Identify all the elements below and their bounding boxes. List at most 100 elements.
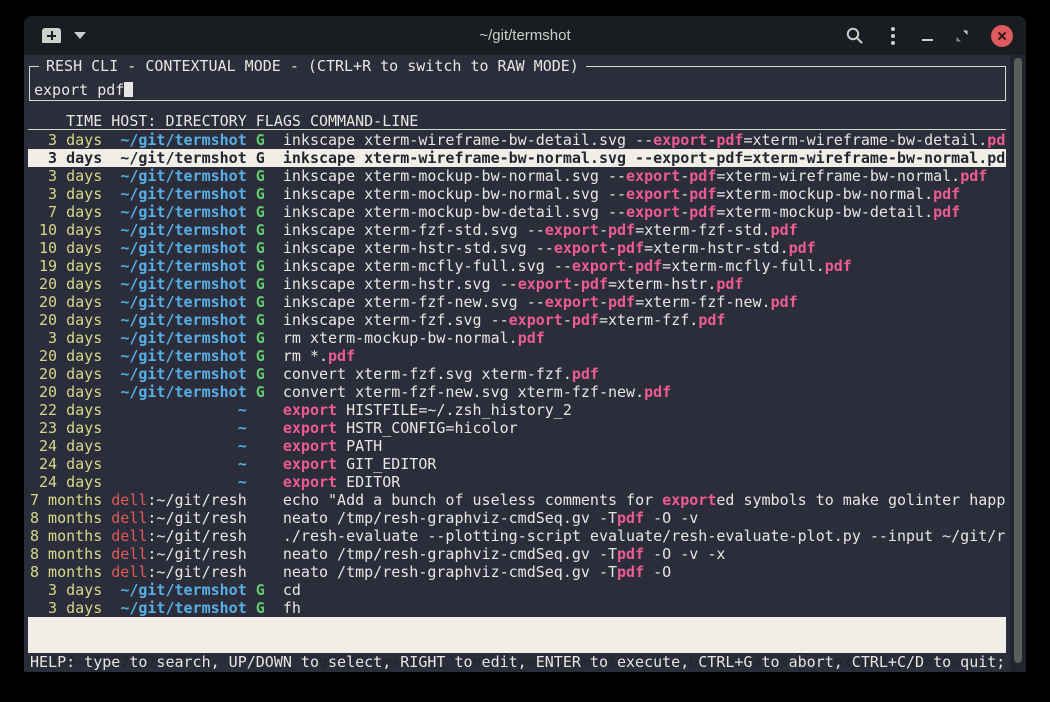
seg-dir: ~/git/termshot — [120, 185, 246, 203]
seg-cmd: inkscape xterm-hstr.svg -- — [283, 275, 518, 293]
seg-plain — [265, 311, 283, 329]
seg-match: export — [509, 311, 563, 329]
seg-cmd: =xterm-fzf. — [599, 311, 698, 329]
table-row[interactable]: 8 months dell:~/git/resh ./resh-evaluate… — [28, 527, 1006, 545]
scrollbar[interactable] — [1010, 55, 1026, 672]
seg-plain — [247, 491, 283, 509]
seg-match: pdf — [608, 221, 635, 239]
seg-cmd: =xterm-hstr-std. — [644, 239, 789, 257]
seg-match: pdf — [933, 185, 960, 203]
seg-match: pdf — [825, 257, 852, 275]
seg-flag: G — [256, 275, 265, 293]
seg-host: dell — [111, 509, 147, 527]
scrollbar-thumb[interactable] — [1014, 58, 1022, 663]
table-row[interactable]: 20 days ~/git/termshot G convert xterm-f… — [28, 383, 1006, 401]
seg-dir: ~/git/termshot — [120, 311, 246, 329]
seg-match: export — [283, 437, 337, 455]
table-row[interactable]: 20 days ~/git/termshot G inkscape xterm-… — [28, 311, 1006, 329]
seg-cmd: inkscape xterm-wireframe-bw-detail.svg -… — [283, 131, 653, 149]
restore-button[interactable] — [954, 28, 970, 44]
table-row[interactable]: 19 days ~/git/termshot G inkscape xterm-… — [28, 257, 1006, 275]
search-query-input[interactable]: export pdf — [34, 81, 133, 99]
search-button[interactable] — [845, 26, 864, 45]
seg-cmd: =xterm-hstr. — [608, 275, 716, 293]
seg-plain — [265, 347, 283, 365]
table-row[interactable]: 3 days ~/git/termshot G inkscape xterm-w… — [28, 131, 1006, 149]
table-row[interactable]: 24 days ~ export EDITOR — [28, 473, 1006, 491]
table-row[interactable]: 3 days ~/git/termshot G cd — [28, 581, 1006, 599]
seg-plain — [247, 563, 283, 581]
resh-search-box[interactable]: RESH CLI - CONTEXTUAL MODE - (CTRL+R to … — [29, 66, 1006, 101]
seg-cmd: - — [563, 311, 572, 329]
table-row[interactable]: 20 days ~/git/termshot G convert xterm-f… — [28, 365, 1006, 383]
seg-time: 20 days — [30, 383, 102, 401]
seg-match: pdf — [716, 275, 743, 293]
terminal-window: ~/git/termshot RESH CLI - — [24, 16, 1026, 672]
seg-cmd: -O -v -x — [644, 545, 725, 563]
table-row[interactable]: 8 months dell:~/git/resh neato /tmp/resh… — [28, 563, 1006, 581]
seg-cmd: - — [599, 293, 608, 311]
table-row[interactable]: 3 days ~/git/termshot G inkscape xterm-m… — [28, 167, 1006, 185]
table-row[interactable]: 23 days ~ export HSTR_CONFIG=hicolor — [28, 419, 1006, 437]
seg-flag: G — [256, 167, 265, 185]
seg-cmd: ed symbols to make golinter happ — [716, 491, 1005, 509]
seg-cmd: neato /tmp/resh-graphviz-cmdSeq.gv -T — [283, 509, 617, 527]
table-row[interactable]: 8 months dell:~/git/resh neato /tmp/resh… — [28, 509, 1006, 527]
seg-plain — [247, 437, 283, 455]
seg-plain — [265, 257, 283, 275]
table-row[interactable]: 10 days ~/git/termshot G inkscape xterm-… — [28, 239, 1006, 257]
seg-plain — [265, 599, 283, 617]
seg-plain — [265, 239, 283, 257]
seg-dir: ~ — [238, 401, 247, 419]
seg-plain — [102, 365, 120, 383]
seg-dir: ~/git/termshot — [120, 383, 246, 401]
seg-host: dell — [111, 545, 147, 563]
seg-match: export — [283, 401, 337, 419]
seg-cmd: =xterm-wireframe-bw-normal. — [716, 167, 960, 185]
seg-plain — [102, 527, 111, 545]
seg-plain — [102, 455, 237, 473]
menu-button[interactable] — [885, 25, 901, 47]
seg-cmd: inkscape xterm-mockup-bw-normal.svg -- — [283, 167, 626, 185]
table-row[interactable]: 20 days ~/git/termshot G inkscape xterm-… — [28, 293, 1006, 311]
seg-plain — [247, 167, 256, 185]
table-row[interactable]: 22 days ~ export HISTFILE=~/.zsh_history… — [28, 401, 1006, 419]
table-row[interactable]: 3 days ~/git/termshot G fh — [28, 599, 1006, 617]
seg-dir: ~/git/termshot — [120, 293, 246, 311]
seg-dir: ~/git/termshot — [120, 581, 246, 599]
seg-plain — [265, 383, 283, 401]
seg-cmd: - — [680, 203, 689, 221]
seg-plain — [102, 185, 120, 203]
close-button[interactable] — [991, 25, 1013, 47]
seg-cmd: convert xterm-fzf-new.svg xterm-fzf-new. — [283, 383, 644, 401]
seg-match: pdf — [771, 293, 798, 311]
seg-plain — [247, 581, 256, 599]
seg-plain — [102, 473, 237, 491]
seg-match: export — [545, 221, 599, 239]
seg-match: export — [626, 203, 680, 221]
seg-cmd: inkscape xterm-hstr-std.svg -- — [283, 239, 554, 257]
seg-time: 19 days — [30, 257, 102, 275]
table-row[interactable]: 8 months dell:~/git/resh neato /tmp/resh… — [28, 545, 1006, 563]
table-row[interactable]: 10 days ~/git/termshot G inkscape xterm-… — [28, 221, 1006, 239]
seg-host: dell — [111, 527, 147, 545]
table-row[interactable]: 20 days ~/git/termshot G inkscape xterm-… — [28, 275, 1006, 293]
table-row[interactable]: 20 days ~/git/termshot G rm *.pdf — [28, 347, 1006, 365]
table-row[interactable]: 3 days ~/git/termshot G inkscape xterm-w… — [28, 149, 1006, 167]
table-row[interactable]: 7 days ~/git/termshot G inkscape xterm-m… — [28, 203, 1006, 221]
seg-cmd: :~/git/resh — [147, 509, 246, 527]
seg-time: 8 months — [30, 509, 102, 527]
table-row[interactable]: 24 days ~ export PATH — [28, 437, 1006, 455]
seg-plain — [247, 221, 256, 239]
seg-match: pdf — [689, 167, 716, 185]
seg-plain — [102, 401, 237, 419]
table-row[interactable]: 3 days ~/git/termshot G rm xterm-mockup-… — [28, 329, 1006, 347]
table-row[interactable]: 7 months dell:~/git/resh echo "Add a bun… — [28, 491, 1006, 509]
table-row[interactable]: 3 days ~/git/termshot G inkscape xterm-m… — [28, 185, 1006, 203]
minimize-button[interactable] — [922, 31, 933, 41]
seg-cmd: EDITOR — [337, 473, 400, 491]
table-row[interactable]: 24 days ~ export GIT_EDITOR — [28, 455, 1006, 473]
seg-match: pdf — [581, 275, 608, 293]
seg-plain — [247, 383, 256, 401]
seg-flag: G — [256, 257, 265, 275]
